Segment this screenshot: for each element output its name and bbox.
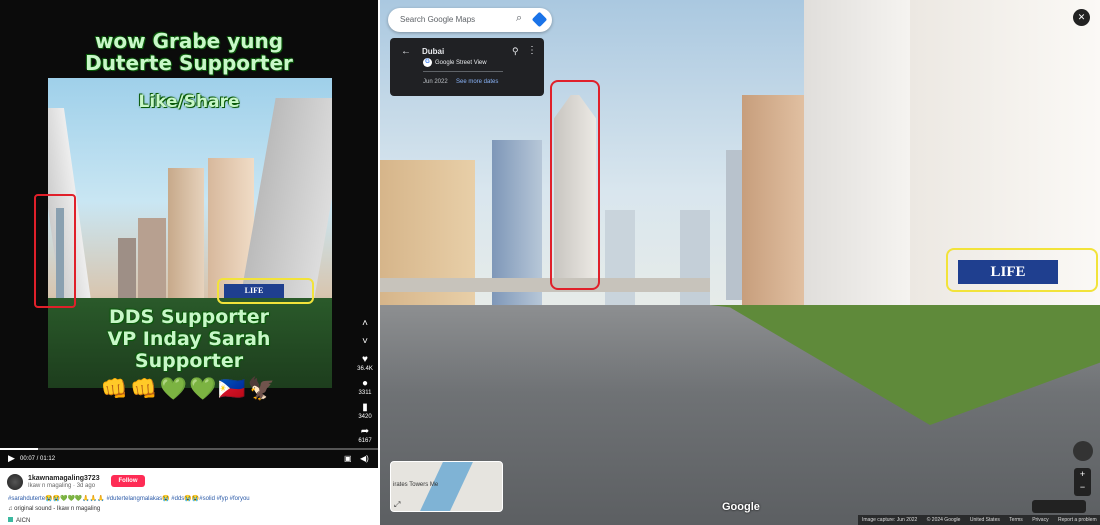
divider <box>423 71 503 72</box>
see-more-dates-link[interactable]: See more dates <box>456 79 498 85</box>
building <box>804 0 914 310</box>
save-count: 3420 <box>358 414 372 420</box>
video-player[interactable]: LIFE wow Grabe yung Duterte Supporter Li… <box>0 0 378 468</box>
layers-button[interactable] <box>1032 500 1086 513</box>
minimap[interactable]: irates Towers Me ⤢ <box>390 461 503 512</box>
nav-down[interactable]: ˅ <box>355 336 375 348</box>
privacy-link[interactable]: Privacy <box>1032 517 1048 523</box>
country-link[interactable]: United States <box>970 517 1000 523</box>
heart-icon: ♥ <box>362 354 368 365</box>
comment-button[interactable]: ● 3311 <box>355 378 375 396</box>
zoom-out-icon[interactable]: − <box>1074 481 1091 494</box>
time-display: 00:07 / 01:12 <box>20 456 56 462</box>
comment-icon: ● <box>361 378 369 389</box>
like-count: 36.4K <box>357 366 373 372</box>
report-link[interactable]: Report a problem <box>1058 517 1097 523</box>
effect-label: AICN <box>16 518 31 524</box>
place-title: Dubai <box>422 47 445 56</box>
captions-icon[interactable]: ▣ <box>344 454 352 463</box>
hashtags[interactable]: #sarahduterte😭😭💚💚💚🙏🙏🙏 #dutertelangmalaka… <box>8 495 250 502</box>
bookmark-icon: ▮ <box>362 402 368 413</box>
maps-search-bar[interactable]: Search Google Maps ⌕ <box>388 8 552 32</box>
share-button[interactable]: ➦ 6167 <box>355 426 375 444</box>
source-label: Google Street View <box>435 60 487 66</box>
caption-top: wow Grabe yung Duterte Supporter <box>85 29 293 75</box>
chevron-up-icon: ˄ <box>362 318 368 329</box>
red-highlight-tower <box>34 194 76 308</box>
capture-date: Jun 2022 <box>423 79 448 85</box>
share-count: 6167 <box>358 438 372 444</box>
search-input[interactable]: Search Google Maps <box>400 15 475 24</box>
caption-like-share: Like/Share <box>138 92 240 112</box>
map-footer: Image capture: Jun 2022 © 2024 Google Un… <box>858 515 1100 525</box>
metro-viaduct <box>380 278 710 292</box>
compass-icon[interactable] <box>1073 441 1093 461</box>
share-icon: ➦ <box>360 426 370 437</box>
street-view-panel[interactable]: LIFE Search Google Maps ⌕ ← Dubai ⚲ ⋮ G … <box>380 0 1100 525</box>
tiktok-panel: LIFE wow Grabe yung Duterte Supporter Li… <box>0 0 378 525</box>
progress-fill <box>0 448 38 450</box>
like-button[interactable]: ♥ 36.4K <box>355 354 375 372</box>
pin-icon[interactable]: ⚲ <box>512 46 519 57</box>
action-sidebar: ˄ ˅ ♥ 36.4K ● 3311 ▮ 3420 ➦ 6167 <box>355 318 375 450</box>
emoji-row: 👊👊💚💚🇵🇭🦅 <box>100 376 278 401</box>
zoom-control[interactable]: + − <box>1074 468 1091 496</box>
sound-link[interactable]: ♫ original sound - Ikaw n magaling <box>8 506 100 512</box>
chevron-down-icon: ˅ <box>362 336 368 347</box>
effect-link[interactable]: AICN <box>8 517 30 524</box>
avatar[interactable] <box>7 474 23 490</box>
volume-icon[interactable]: ◀) <box>360 454 369 463</box>
building <box>742 95 812 305</box>
close-button[interactable]: ✕ <box>1073 9 1090 26</box>
save-button[interactable]: ▮ 3420 <box>355 402 375 420</box>
follow-button[interactable]: Follow <box>111 475 145 487</box>
copyright: © 2024 Google <box>926 517 961 523</box>
red-highlight-tower <box>550 80 600 290</box>
author-subline: Ikaw n magaling · 3d ago <box>28 483 96 489</box>
building <box>168 168 204 308</box>
yellow-highlight-sign <box>217 278 314 304</box>
expand-icon[interactable]: ⤢ <box>394 500 400 510</box>
close-icon: ✕ <box>1077 12 1086 22</box>
directions-icon[interactable] <box>531 11 548 28</box>
caption-bottom: DDS Supporter VP Inday Sarah Supporter <box>107 306 271 372</box>
yellow-highlight-sign <box>946 248 1098 292</box>
location-card: ← Dubai ⚲ ⋮ G Google Street View Jun 202… <box>390 38 544 96</box>
comment-count: 3311 <box>358 390 372 396</box>
building <box>138 218 166 308</box>
progress-bar[interactable] <box>0 448 378 450</box>
username[interactable]: 1kawnamagaling3723 <box>28 475 100 482</box>
google-g-icon: G <box>423 58 432 67</box>
back-arrow-icon[interactable]: ← <box>401 46 411 57</box>
minimap-label: irates Towers Me <box>393 482 439 488</box>
video-controls: ▶ 00:07 / 01:12 ▣ ◀) <box>0 448 378 468</box>
building <box>240 98 332 298</box>
video-info: 1kawnamagaling3723 Ikaw n magaling · 3d … <box>0 470 378 525</box>
image-capture: Image capture: Jun 2022 <box>862 517 918 523</box>
play-icon[interactable]: ▶ <box>8 453 15 464</box>
effect-icon <box>8 517 13 522</box>
zoom-in-icon[interactable]: + <box>1074 468 1091 481</box>
search-icon[interactable]: ⌕ <box>516 12 522 25</box>
google-logo: Google <box>722 501 760 513</box>
terms-link[interactable]: Terms <box>1009 517 1023 523</box>
nav-up[interactable]: ˄ <box>355 318 375 330</box>
more-vert-icon[interactable]: ⋮ <box>527 45 537 56</box>
